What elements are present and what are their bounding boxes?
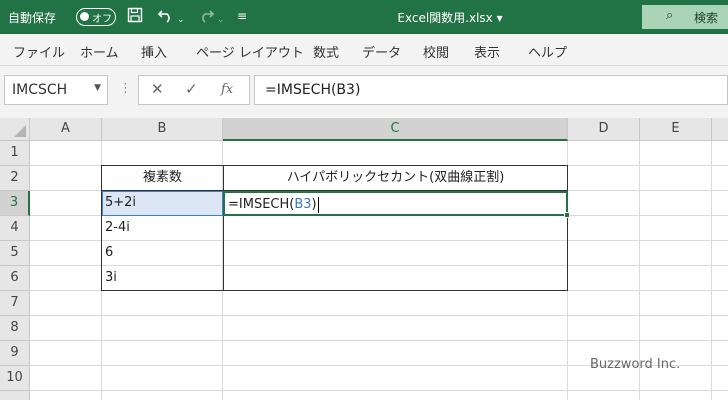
formula-suffix: ) xyxy=(311,197,317,212)
fill-handle[interactable] xyxy=(564,212,570,218)
cell-c3-editing[interactable]: =IMSECH(B3) xyxy=(223,191,570,218)
more-vertical-icon: ⋮ xyxy=(119,81,132,96)
tab-file[interactable]: ファイル xyxy=(13,42,65,61)
text-caret xyxy=(317,196,319,213)
select-all-icon xyxy=(14,125,26,137)
undo-dropdown-icon[interactable]: ⌄ xyxy=(177,11,185,29)
column-header-a[interactable]: A xyxy=(30,118,102,141)
search-icon: ⌕ xyxy=(666,8,674,23)
chevron-down-icon[interactable]: ▼ xyxy=(94,83,101,93)
redo-dropdown-icon: ⌄ xyxy=(217,15,225,25)
cell-c3-formula: =IMSECH(B3) xyxy=(228,195,319,214)
row-header-4[interactable]: 4 xyxy=(0,216,30,241)
gridline xyxy=(30,390,728,391)
cell-b2[interactable]: 複素数 xyxy=(102,166,223,191)
customize-toolbar-icon[interactable]: ≡ xyxy=(237,7,247,25)
cell-c2[interactable]: ハイパボリックセカント(双曲線正割) xyxy=(223,166,568,191)
row-header-5[interactable]: 5 xyxy=(0,241,30,266)
select-all-button[interactable] xyxy=(0,118,30,141)
gridline xyxy=(30,340,728,341)
search-box[interactable]: ⌕ 検索 xyxy=(642,5,728,29)
enter-icon[interactable]: ✓ xyxy=(185,80,198,98)
row-header-10[interactable]: 10 xyxy=(0,366,30,391)
name-box[interactable]: IMCSCH ▼ xyxy=(4,75,108,105)
title-bar: 自動保存 オフ ⌄ ⌄ ≡ Excel関数用.xlsx ▾ ⌕ 検索 xyxy=(0,0,728,34)
tab-formulas[interactable]: 数式 xyxy=(313,42,339,61)
cancel-icon[interactable]: ✕ xyxy=(151,80,164,98)
column-header-c[interactable]: C xyxy=(223,118,568,141)
watermark: Buzzword Inc. xyxy=(590,357,681,372)
formula-bar: IMCSCH ▼ ⋮ ✕ ✓ fx =IMSECH(B3) xyxy=(0,66,728,118)
autosave-label: 自動保存 xyxy=(8,11,57,25)
tab-review[interactable]: 校閲 xyxy=(423,42,449,61)
row-header-2[interactable]: 2 xyxy=(0,166,30,191)
formula-buttons: ✕ ✓ fx xyxy=(138,75,250,105)
tab-page-layout[interactable]: ページ レイアウト xyxy=(196,42,304,61)
insert-function-icon[interactable]: fx xyxy=(221,82,233,97)
row-header-6[interactable]: 6 xyxy=(0,266,30,291)
cell-b6[interactable]: 3i xyxy=(102,266,223,291)
autosave-state: オフ xyxy=(92,14,112,25)
formula-text: =IMSECH(B3) xyxy=(265,82,361,98)
file-name[interactable]: Excel関数用.xlsx ▾ xyxy=(365,9,535,26)
row-header-11[interactable] xyxy=(0,391,30,400)
undo-icon[interactable] xyxy=(157,7,175,28)
save-icon[interactable] xyxy=(127,7,143,28)
formula-prefix: =IMSECH( xyxy=(228,197,295,212)
row-header-9[interactable]: 9 xyxy=(0,341,30,366)
name-box-value: IMCSCH xyxy=(12,82,68,98)
tab-help[interactable]: ヘルプ xyxy=(528,42,567,61)
formula-input[interactable]: =IMSECH(B3) xyxy=(254,75,728,105)
ribbon-tabs: ファイル ホーム 挿入 ページ レイアウト 数式 データ 校閲 表示 ヘルプ xyxy=(0,34,728,66)
toggle-knob xyxy=(80,12,89,21)
tab-data[interactable]: データ xyxy=(362,42,401,61)
column-header-e[interactable]: E xyxy=(640,118,712,141)
tab-insert[interactable]: 挿入 xyxy=(141,42,167,61)
redo-icon xyxy=(197,7,215,28)
row-header-1[interactable]: 1 xyxy=(0,141,30,166)
column-header-f[interactable] xyxy=(712,118,728,141)
gridline xyxy=(30,315,728,316)
tab-home[interactable]: ホーム xyxy=(80,42,119,61)
gridline xyxy=(711,141,712,400)
file-name-text: Excel関数用.xlsx xyxy=(397,11,493,25)
cell-b4[interactable]: 2-4i xyxy=(102,216,223,241)
autosave-toggle[interactable]: オフ xyxy=(76,8,116,26)
spreadsheet-grid: A B C D E 1 2 3 4 5 6 7 8 9 10 複素数 ハイパボリ… xyxy=(0,118,728,400)
row-header-7[interactable]: 7 xyxy=(0,291,30,316)
column-header-d[interactable]: D xyxy=(568,118,640,141)
formula-reference: B3 xyxy=(294,197,312,212)
tab-view[interactable]: 表示 xyxy=(474,42,500,61)
row-header-8[interactable]: 8 xyxy=(0,316,30,341)
search-label: 検索 xyxy=(694,11,719,25)
column-header-b[interactable]: B xyxy=(102,118,223,141)
cell-b5[interactable]: 6 xyxy=(102,241,223,266)
row-header-3[interactable]: 3 xyxy=(0,191,30,216)
cell-b3[interactable]: 5+2i xyxy=(102,191,223,216)
